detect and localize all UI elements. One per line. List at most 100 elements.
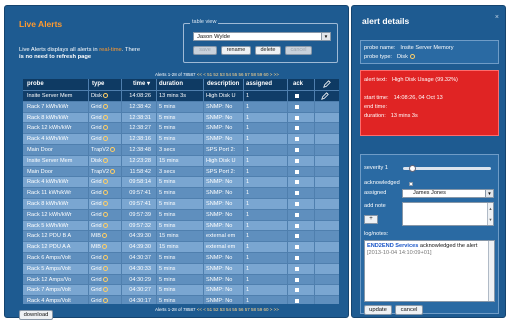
table-view-select[interactable]: Jason Wylde ▼ bbox=[193, 32, 331, 41]
probe-name-value: Insite Server Memory bbox=[400, 45, 454, 51]
table-row[interactable]: Rack 11 kWh/kWr Grid 09:57:41 5 mins SNMP: N… bbox=[23, 187, 339, 198]
acknowledged-checkbox[interactable] bbox=[409, 182, 413, 186]
cell-text: 1 bbox=[246, 103, 250, 110]
ack-checkbox[interactable] bbox=[295, 94, 299, 98]
column-header-ack[interactable]: ack bbox=[291, 79, 311, 90]
assigned-select[interactable]: James Jones ▼ bbox=[402, 189, 494, 198]
cell-type: MIB bbox=[89, 231, 121, 241]
table-row[interactable]: Rack 12 kWh/kWr Grid 12:38:27 5 mins SNMP: N… bbox=[23, 122, 339, 133]
ack-checkbox[interactable] bbox=[295, 299, 299, 304]
note-scrollbar[interactable]: ▲ ▼ bbox=[487, 203, 493, 225]
table-row[interactable]: Rack 5 kWh/kWr Grid 09:57:32 5 mins SNMP: No… bbox=[23, 219, 339, 231]
severity-slider-handle[interactable] bbox=[408, 165, 416, 172]
cell-ack bbox=[288, 231, 314, 241]
note-textarea[interactable]: ▲ ▼ bbox=[402, 202, 494, 226]
table-row[interactable]: Main Door TrapV2 11:58:42 3 secs SPS Port 2:… bbox=[23, 165, 339, 177]
table-row[interactable]: Rack 7 Amps/Volt Grid 04:30:27 5 mins SNMP: … bbox=[23, 284, 339, 296]
table-row[interactable]: Rack 12 Amps/Vo Grid 04:30:29 5 mins SNMP: N… bbox=[23, 273, 339, 285]
ack-checkbox[interactable] bbox=[295, 115, 299, 120]
table-row[interactable]: Rack 4 Amps/Volt Grid 04:30:17 5 mins SNMP: … bbox=[23, 295, 339, 304]
ack-checkbox[interactable] bbox=[295, 126, 299, 131]
table-row[interactable]: Rack 12 kWh/kWr Grid 09:57:39 5 mins SNMP: N… bbox=[23, 208, 339, 220]
cell-ack bbox=[288, 242, 314, 252]
table-row[interactable]: Rack 5 Amps/Volt Grid 04:30:33 5 mins SNMP: … bbox=[23, 262, 339, 274]
ack-checkbox[interactable] bbox=[295, 137, 299, 142]
pager-links[interactable]: << < 51 52 53 54 55 56 57 58 59 60 > >> bbox=[197, 307, 279, 312]
cell-ack bbox=[288, 123, 314, 133]
cell-text: Disk bbox=[91, 93, 102, 99]
ack-checkbox[interactable] bbox=[295, 234, 299, 239]
cell-text: Insite Server Mem bbox=[27, 157, 73, 164]
update-button[interactable]: update bbox=[364, 305, 392, 315]
probe-type-value: Disk bbox=[397, 54, 408, 60]
ack-checkbox[interactable] bbox=[295, 104, 299, 109]
ack-checkbox[interactable] bbox=[295, 191, 299, 196]
edit-icon[interactable] bbox=[321, 92, 329, 100]
ack-checkbox[interactable] bbox=[295, 169, 299, 174]
cell-assigned: 1 bbox=[244, 210, 284, 220]
cell-time: 04:30:33 bbox=[122, 264, 155, 274]
save-view-button[interactable]: save bbox=[193, 46, 217, 55]
cell-type: Grid bbox=[89, 296, 121, 304]
cell-probe: Rack 12 Amps/Vo bbox=[25, 275, 87, 285]
ack-checkbox[interactable] bbox=[295, 245, 299, 250]
cell-assigned: 1 bbox=[244, 285, 284, 295]
ack-checkbox[interactable] bbox=[295, 223, 299, 228]
table-row[interactable]: Rack 6 Amps/Volt Grid 04:30:37 5 mins SNMP: … bbox=[23, 251, 339, 263]
add-note-button[interactable]: + bbox=[364, 215, 378, 224]
column-header-description[interactable]: description bbox=[205, 79, 245, 90]
table-row[interactable]: Rack 12 PDU B A MIB 04:39:30 15 mins externa… bbox=[23, 230, 339, 241]
table-row[interactable]: Rack 12 PDU A A MIB 04:39:30 15 mins externa… bbox=[23, 241, 339, 252]
ack-checkbox[interactable] bbox=[295, 255, 299, 260]
table-row[interactable]: Insite Server Mem Disk 14:08:26 13 mins 3s H… bbox=[23, 90, 339, 101]
ack-checkbox[interactable] bbox=[295, 201, 299, 206]
ack-checkbox[interactable] bbox=[295, 147, 299, 152]
ack-checkbox[interactable] bbox=[295, 288, 299, 293]
table-row[interactable]: Rack 8 kWh/kWr Grid 09:57:41 5 mins SNMP: No… bbox=[23, 197, 339, 209]
cell-text: 04:30:27 bbox=[129, 287, 151, 294]
cell-text: Rack 11 kWh/kWr bbox=[27, 190, 72, 197]
cell-text: Grid bbox=[91, 276, 102, 283]
table-row[interactable]: Rack 8 kWh/kWr Grid 12:38:31 5 mins SNMP: No… bbox=[23, 111, 339, 123]
table-body: Insite Server Mem Disk 14:08:26 13 mins 3s H… bbox=[23, 90, 339, 304]
download-button[interactable]: download bbox=[19, 310, 53, 320]
column-divider bbox=[314, 79, 315, 304]
end-time-line: end time: bbox=[364, 104, 392, 110]
cell-text: SPS Port 2: bbox=[206, 146, 236, 153]
cell-assigned: 1 bbox=[244, 145, 284, 155]
delete-view-button[interactable]: delete bbox=[255, 46, 281, 55]
column-header-duration[interactable]: duration bbox=[157, 79, 201, 90]
column-header-assigned[interactable]: assigned bbox=[244, 79, 282, 90]
cell-text: TrapV2 bbox=[91, 168, 110, 175]
table-row[interactable]: Insite Server Mem Disk 12:23:28 15 mins High… bbox=[23, 154, 339, 166]
cell-assigned: 1 bbox=[244, 199, 284, 209]
cell-probe: Rack 7 kWh/kWr bbox=[25, 102, 87, 112]
cancel-button[interactable]: cancel bbox=[395, 305, 423, 315]
table-row[interactable]: Main Door TrapV2 12:38:48 3 secs SPS Port 2:… bbox=[23, 143, 339, 155]
cancel-view-button[interactable]: cancel bbox=[285, 46, 312, 55]
rename-view-button[interactable]: rename bbox=[221, 46, 251, 55]
table-view-group: table view Jason Wylde ▼ save rename del… bbox=[183, 19, 338, 63]
ack-checkbox[interactable] bbox=[295, 212, 299, 217]
cell-assigned: 1 bbox=[244, 221, 284, 231]
column-header-type[interactable]: type bbox=[90, 79, 120, 90]
table-row[interactable]: Rack 7 kWh/kWr Grid 12:38:42 5 mins SNMP: No… bbox=[23, 100, 339, 112]
cell-text: Grid bbox=[91, 222, 102, 229]
cell-time: 09:57:41 bbox=[122, 188, 155, 198]
table-row[interactable]: Rack 4 kWh/kWr Grid 12:38:16 5 mins SNMP: No… bbox=[23, 133, 339, 144]
alert-info-box: alert text: High Disk Usage (99.32%) star… bbox=[360, 70, 499, 136]
column-header-probe[interactable]: probe bbox=[25, 79, 85, 90]
ack-checkbox[interactable] bbox=[295, 277, 299, 282]
ack-checkbox[interactable] bbox=[295, 158, 299, 163]
severity-slider[interactable] bbox=[403, 165, 491, 172]
ack-checkbox[interactable] bbox=[295, 180, 299, 185]
close-icon[interactable]: × bbox=[495, 14, 499, 21]
table-row[interactable]: Rack 4 kWh/kWr Grid 09:58:14 5 mins SNMP: No… bbox=[23, 176, 339, 188]
probe-type-icon bbox=[102, 136, 108, 142]
log-author: END2END Services bbox=[367, 243, 419, 249]
column-header-time[interactable]: time ▾ bbox=[123, 79, 153, 90]
ack-checkbox[interactable] bbox=[295, 266, 299, 271]
pager-links[interactable]: << < 51 52 53 54 55 56 57 58 59 60 > >> bbox=[197, 72, 279, 77]
log-notes-box[interactable]: END2END Services acknowledged the alert … bbox=[364, 240, 495, 302]
log-scrollbar[interactable] bbox=[488, 241, 494, 301]
